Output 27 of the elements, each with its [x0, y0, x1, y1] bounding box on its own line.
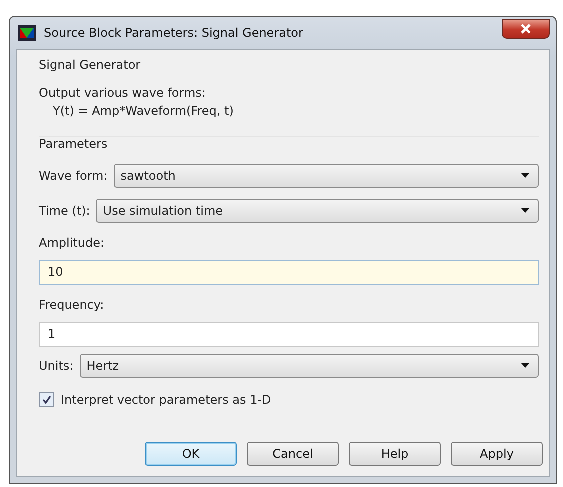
close-button[interactable] [502, 19, 550, 39]
section-title: Parameters [39, 136, 539, 157]
dropdown[interactable]: Use simulation time [96, 198, 539, 222]
field-label: Time (t): [39, 204, 90, 218]
field-label: Amplitude: [39, 236, 106, 252]
field-label: Frequency: [39, 298, 106, 314]
input-field[interactable]: 1 [39, 322, 539, 347]
checkbox-label: Interpret vector parameters as 1-D [61, 392, 272, 406]
field-label: Wave form: [39, 168, 108, 182]
window-title: Source Block Parameters: Signal Generator [44, 26, 304, 40]
dialog-button[interactable]: Cancel [247, 442, 339, 466]
dialog-button[interactable]: OK [145, 442, 237, 466]
close-icon [520, 24, 532, 34]
checkbox[interactable] [39, 392, 54, 407]
dropdown[interactable]: Hertz [80, 354, 539, 378]
description-text: Output various wave forms: [39, 85, 207, 102]
input-field[interactable]: 10 [39, 260, 539, 285]
app-icon [18, 25, 36, 41]
caret-icon [521, 173, 530, 178]
dropdown[interactable]: sawtooth [114, 164, 539, 188]
formula-text: Y(t) = Amp*Waveform(Freq, t) [52, 103, 235, 120]
caret-icon [521, 363, 530, 368]
dialog-button[interactable]: Help [349, 442, 441, 466]
block-name: Signal Generator [39, 58, 142, 74]
dialog-button[interactable]: Apply [451, 442, 543, 466]
caret-icon [521, 208, 530, 213]
field-label: Units: [39, 358, 74, 372]
